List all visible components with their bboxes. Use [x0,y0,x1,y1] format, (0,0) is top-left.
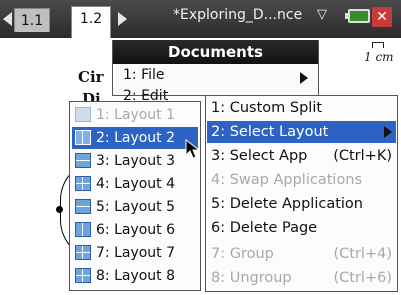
layout-single-icon [75,107,91,122]
layout-horizontal-split-icon [75,153,91,168]
submenu-arrow-icon [300,72,308,84]
scale-label: 1 cm [364,50,394,64]
layout-item-3[interactable]: 3: Layout 3 [72,150,198,172]
scale-bar [372,42,384,48]
layout-top-bottom-split-icon [75,199,91,214]
layout-item-8[interactable]: 8: Layout 8 [72,265,198,287]
documents-menu: Documents 1: File 2: Edit [112,40,319,104]
tab-1-2[interactable]: 1.2 [71,6,111,38]
layout-label: 7: Layout 7 [96,245,176,261]
layout-vertical-split-icon [75,130,91,145]
tab-bar: 1.1 1.2 *Exploring_D...nce ▽ ✕ [0,0,401,38]
layout-item-5[interactable]: 5: Layout 5 [72,196,198,218]
layout-left-right-split-icon [75,176,91,191]
menu-item-ungroup[interactable]: 8: Ungroup (Ctrl+6) [207,267,396,289]
layout-label: 8: Layout 8 [96,268,176,284]
menu-item-label: 7: Group [211,246,274,262]
submenu-arrow-icon [384,126,392,138]
menu-item-select-layout[interactable]: 2: Select Layout [207,121,396,143]
layout-three-panel-icon [75,222,91,237]
menu-item-label: 2: Select Layout [211,124,329,140]
layout-quad-icon [75,268,91,283]
menu-item-label: 8: Ungroup [211,270,292,286]
layout-item-1[interactable]: 1: Layout 1 [72,104,198,126]
layout-label: 3: Layout 3 [96,153,176,169]
document-title[interactable]: *Exploring_D...nce [173,7,302,23]
menu-item-label: 3: Select App [211,148,308,164]
menu-item-group[interactable]: 7: Group (Ctrl+4) [207,243,396,265]
menu-item-label: 5: Delete Application [211,196,363,212]
circle-point[interactable] [56,206,63,213]
layout-label: 2: Layout 2 [96,130,176,146]
layout-item-4[interactable]: 4: Layout 4 [72,173,198,195]
layout-label: 1: Layout 1 [96,107,176,123]
menu-item-label: 4: Swap Applications [211,172,363,188]
document-menu-chevron-icon[interactable]: ▽ [317,7,327,22]
documents-menu-title: Documents [113,40,318,64]
page-text-fragment: Cir [78,68,104,86]
layout-item-7[interactable]: 7: Layout 7 [72,242,198,264]
menu-item-swap-applications[interactable]: 4: Swap Applications [207,169,396,191]
menu-item-file[interactable]: 1: File [123,67,165,83]
menu-item-delete-page[interactable]: 6: Delete Page [207,217,396,239]
layout-label: 4: Layout 4 [96,176,176,192]
tab-1-1[interactable]: 1.1 [14,8,50,32]
layout-label: 6: Layout 6 [96,222,176,238]
layout-list: 1: Layout 1 2: Layout 2 3: Layout 3 4: L… [69,101,201,291]
mouse-cursor-icon [185,139,201,159]
menu-item-delete-application[interactable]: 5: Delete Application [207,193,396,215]
layout-three-panel-alt-icon [75,245,91,260]
battery-icon [348,9,370,23]
menu-item-label: 6: Delete Page [211,220,318,236]
tab-scroll-right-icon[interactable] [118,12,127,26]
menu-item-custom-split[interactable]: 1: Custom Split [207,97,396,119]
menu-item-label: 1: Custom Split [211,100,323,116]
page-layout-menu: 1: Custom Split 2: Select Layout 3: Sele… [205,95,398,292]
layout-item-2[interactable]: 2: Layout 2 [72,127,198,149]
shortcut-label: (Ctrl+K) [333,148,392,164]
layout-item-6[interactable]: 6: Layout 6 [72,219,198,241]
close-document-button[interactable]: ✕ [372,7,392,27]
layout-label: 5: Layout 5 [96,199,176,215]
shortcut-label: (Ctrl+6) [333,270,393,286]
shortcut-label: (Ctrl+4) [333,246,393,262]
tab-scroll-left-icon[interactable] [3,12,12,26]
menu-item-select-app[interactable]: 3: Select App (Ctrl+K) [207,145,396,167]
